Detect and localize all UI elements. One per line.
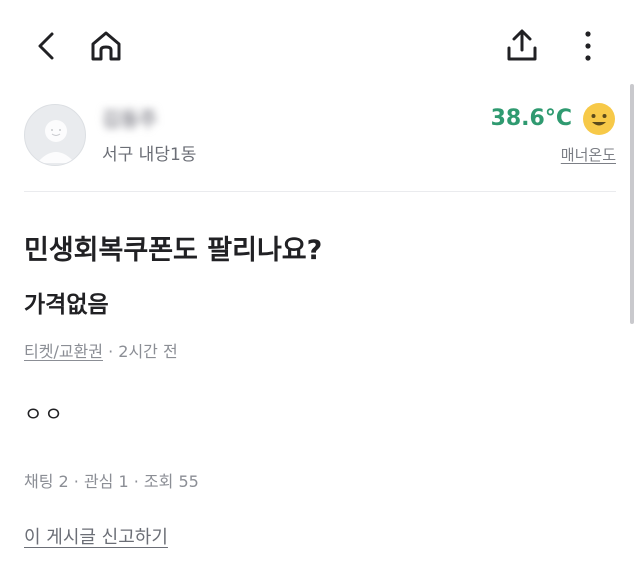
divider	[24, 191, 616, 192]
post-title: 민생회복쿠폰도 팔리나요?	[24, 235, 323, 266]
category-link[interactable]: 티켓/교환권	[24, 342, 103, 361]
post-stats: 채팅 2 · 관심 1 · 조회 55	[24, 472, 199, 491]
more-vertical-icon[interactable]	[572, 26, 604, 66]
default-avatar-icon	[37, 120, 75, 163]
home-icon[interactable]	[86, 26, 126, 66]
seller-region: 서구 내당1동	[102, 145, 197, 165]
post-meta: 티켓/교환권 · 2시간 전	[24, 338, 178, 362]
post-time: · 2시간 전	[108, 342, 178, 361]
avatar[interactable]	[24, 104, 86, 166]
report-post-link[interactable]: 이 게시글 신고하기	[24, 523, 168, 549]
seller-nickname-blurred: 김동주	[102, 107, 158, 131]
back-chevron-icon[interactable]	[30, 26, 62, 66]
seller-profile[interactable]: 김동주 서구 내당1동 38.6°C 매너온도	[24, 100, 616, 172]
smile-emoji-icon	[583, 103, 615, 135]
post-description: ㅇㅇ	[24, 402, 65, 426]
share-icon[interactable]	[502, 26, 542, 66]
manner-temperature-value: 38.6°C	[490, 106, 572, 131]
top-navigation-bar	[0, 0, 640, 92]
post-price: 가격없음	[24, 292, 109, 318]
scrollbar[interactable]	[630, 84, 634, 324]
manner-temperature-link[interactable]: 매너온도	[561, 144, 616, 165]
